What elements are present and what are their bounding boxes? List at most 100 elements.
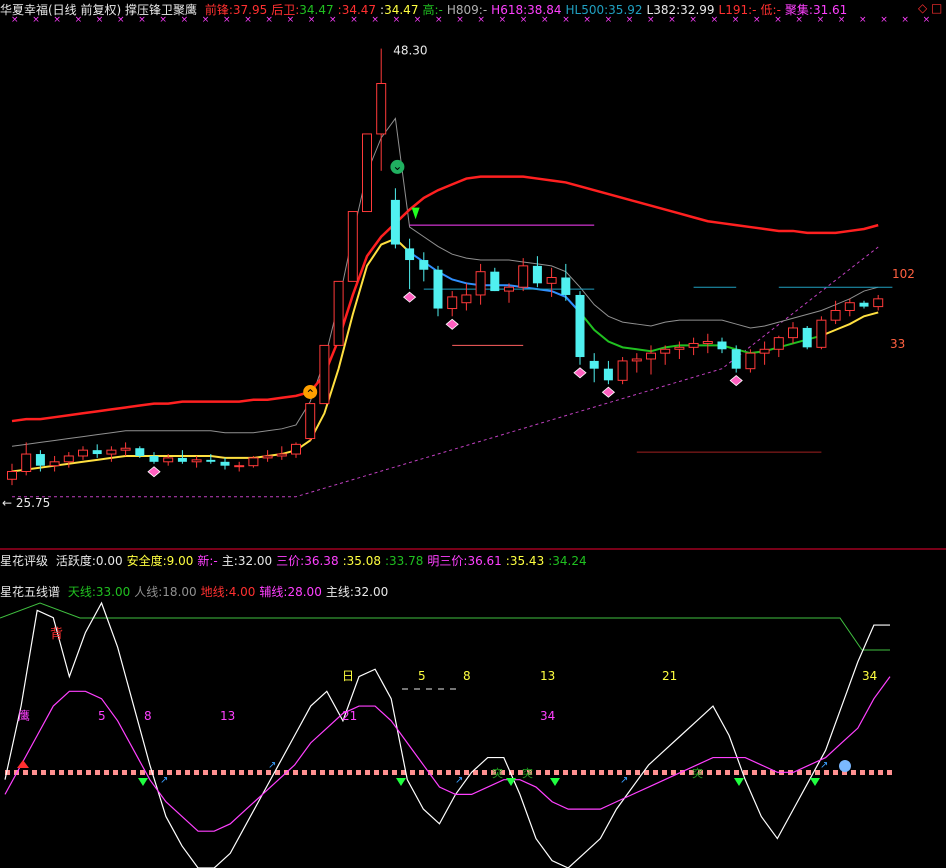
- price-panel: × × × × × × × × × × × × × × × × × × × × × × × × × × × × × × × × × × × × × × × ×…: [2, 15, 930, 510]
- candle-up: [376, 83, 387, 135]
- green-down-arrow-icon: [396, 778, 406, 786]
- baseline-dot: [203, 770, 208, 775]
- candle-up: [276, 453, 287, 457]
- rating-label-2: 新:: [197, 554, 214, 568]
- baseline-dot: [113, 770, 118, 775]
- header-value-3: 34.47: [384, 3, 419, 17]
- lines-value-4: 32.00: [353, 585, 389, 599]
- candle-up: [745, 352, 756, 370]
- baseline-dot: [482, 770, 487, 775]
- baseline-dot: [878, 770, 883, 775]
- baseline-dot: [212, 770, 217, 775]
- baseline-dot: [761, 770, 766, 775]
- baseline-dot: [887, 770, 892, 775]
- candle-up: [305, 403, 316, 440]
- fib-top-label: 34: [862, 669, 877, 683]
- fib-bottom-label: 13: [220, 709, 235, 723]
- baseline-dot: [95, 770, 100, 775]
- header-label-11: 聚集:: [784, 3, 813, 17]
- candle-down: [149, 455, 159, 462]
- baseline-dot: [230, 770, 235, 775]
- candle-up: [163, 457, 174, 463]
- candle-up: [120, 447, 131, 451]
- rating-label-0: 活跃度:: [55, 554, 96, 568]
- rating-label-3: 主:: [221, 554, 238, 568]
- header-label-9: L191:: [718, 3, 753, 17]
- candle-down: [390, 199, 400, 245]
- header-value-6: 38.84: [527, 3, 562, 17]
- baseline-dot: [311, 770, 316, 775]
- label-ying: 鹰: [18, 708, 30, 723]
- baseline-dot: [239, 770, 244, 775]
- baseline-dot: [302, 770, 307, 775]
- green-down-arrow-icon: [550, 778, 560, 786]
- baseline-dot: [176, 770, 181, 775]
- candle-down: [575, 294, 585, 358]
- diamond-marker: [601, 386, 616, 398]
- baseline-dot: [392, 770, 397, 775]
- baseline-dot: [86, 770, 91, 775]
- header-label-10: 低:: [760, 3, 777, 17]
- baseline-dot: [356, 770, 361, 775]
- corner-icons[interactable]: ◇ □: [918, 1, 942, 15]
- lines-panel: 背鹰 日 5 8 13 21 34 5 8 13 21 34 突 突 突 ↗ ↗ ↗ ↗ ↗: [0, 601, 892, 868]
- candle-down: [419, 260, 429, 270]
- baseline-dot: [32, 770, 37, 775]
- baseline-dot: [437, 770, 442, 775]
- candle-up: [660, 348, 671, 354]
- label-bei: 背: [50, 627, 63, 642]
- green-line: [579, 311, 822, 355]
- rating-title: 星花评级: [0, 554, 49, 568]
- baseline-dot: [563, 770, 568, 775]
- header-value-7: 35.92: [608, 3, 643, 17]
- candle-up: [333, 280, 344, 346]
- lines-value-3: 28.00: [287, 585, 322, 599]
- candle-up: [759, 348, 770, 354]
- baseline-dot: [725, 770, 730, 775]
- baseline-dot: [365, 770, 370, 775]
- baseline-dot: [248, 770, 253, 775]
- header-label-5: H809:: [446, 3, 483, 17]
- chart-title: 华夏幸福(日线 前复权) 撑压锋卫聚鹰: [0, 3, 197, 17]
- header-value-10: -: [776, 3, 781, 17]
- header-label-7: HL500:: [565, 3, 609, 17]
- support-dashed-line: [12, 246, 879, 498]
- baseline-dot: [23, 770, 28, 775]
- candle-up: [248, 457, 259, 467]
- lines-label-2: 地线:: [200, 585, 229, 599]
- candle-down: [603, 368, 613, 381]
- down-signal-glyph: ⌄: [392, 159, 402, 173]
- candle-up: [830, 309, 841, 321]
- baseline-dot: [833, 770, 838, 775]
- header-value-0: 37.95: [232, 3, 268, 17]
- baseline-dot: [329, 770, 334, 775]
- lines-label-4: 主线:: [325, 585, 354, 599]
- candle-down: [177, 457, 187, 462]
- candle-up: [617, 360, 628, 381]
- blue-arrow-icon: ↗: [620, 775, 628, 786]
- baseline-dot: [860, 770, 865, 775]
- diamond-marker: [147, 466, 161, 478]
- candle-down: [490, 271, 500, 292]
- candle-down: [532, 265, 542, 284]
- candle-down: [859, 302, 869, 307]
- baseline-dot: [293, 770, 298, 775]
- baseline-dot: [374, 770, 379, 775]
- rating-value-7: 36.61: [467, 554, 502, 568]
- candle-up: [674, 346, 685, 350]
- baseline-dot: [104, 770, 109, 775]
- candle-up: [347, 211, 358, 282]
- baseline-dot: [806, 770, 811, 775]
- baseline-dot: [581, 770, 586, 775]
- header-value-1: 34.47: [299, 3, 334, 17]
- baseline-dot: [536, 770, 541, 775]
- baseline-dot: [338, 770, 343, 775]
- header-label-6: H618:: [491, 3, 528, 17]
- baseline-dot: [635, 770, 640, 775]
- rating-label-1: 安全度:: [126, 554, 167, 568]
- baseline-dot: [464, 770, 469, 775]
- candle-up: [21, 453, 32, 473]
- blue-arrow-icon: ↗: [268, 760, 276, 771]
- chart-canvas: × × × × × × × × × × × × × × × × × × × × × × × × × × × × × × × × × × × × × × × ×…: [0, 15, 946, 868]
- baseline-dot: [869, 770, 874, 775]
